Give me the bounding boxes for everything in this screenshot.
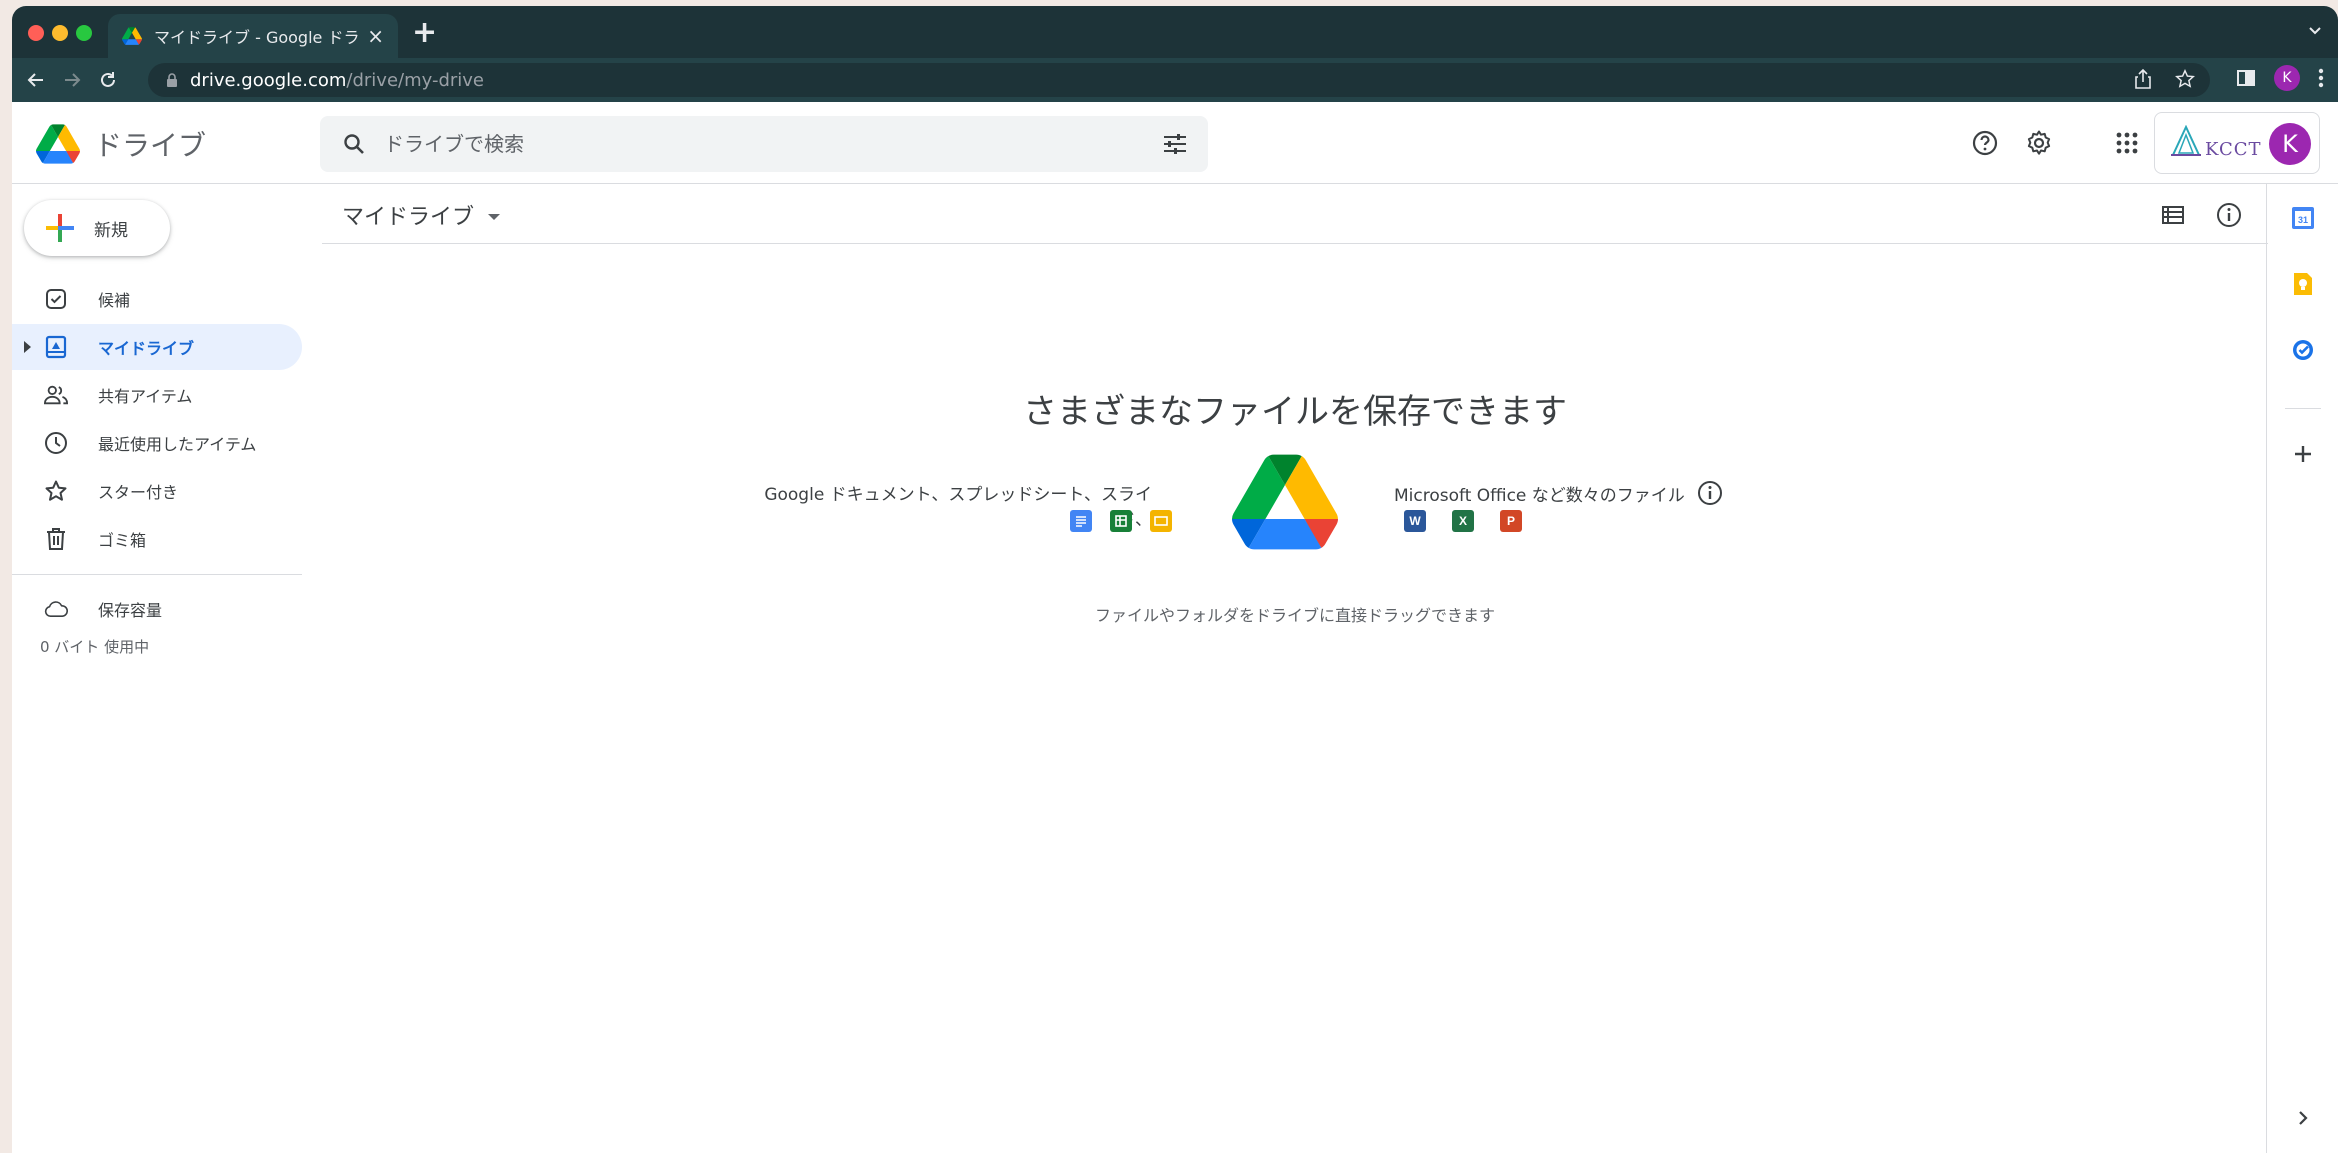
share-icon[interactable] [2134,68,2152,90]
sidebar-item-label: スター付き [98,483,179,502]
sidebar-item-label: 候補 [98,291,131,310]
tab-title: マイドライブ - Google ドライブ [154,28,360,47]
docs-icon [1070,510,1092,532]
search-bar[interactable] [320,116,1208,172]
search-icon[interactable] [342,132,366,156]
help-icon[interactable] [1970,128,2000,158]
check-square-icon [44,287,68,311]
info-icon[interactable] [2214,200,2244,230]
more-vert-icon[interactable] [2318,68,2324,88]
google-file-icons [1070,510,1172,532]
powerpoint-icon: P [1500,510,1522,532]
browser-titlebar: マイドライブ - Google ドライブ × + [12,6,2338,58]
sidebar-item-label: 共有アイテム [98,387,193,406]
storage-usage-text: 0 バイト 使用中 [40,638,150,656]
new-tab-button[interactable]: + [412,18,437,48]
drive-favicon-icon [122,27,142,45]
breadcrumb-label: マイドライブ [342,205,475,230]
drag-drop-hint: ファイルやフォルダをドライブに直接ドラッグできます [1094,606,1495,625]
tab-search-chevron-icon[interactable] [2308,24,2322,38]
settings-gear-icon[interactable] [2024,128,2054,158]
back-arrow-icon[interactable] [22,66,50,94]
keep-icon[interactable] [2289,270,2317,298]
tab-close-icon[interactable]: × [367,24,384,48]
drive-logo-icon [36,124,80,164]
sidebar-divider [12,574,302,575]
new-button[interactable]: 新規 [24,200,170,256]
side-panel: 31 [2266,184,2338,1153]
apps-grid-icon[interactable] [2112,128,2142,158]
minimize-window-button[interactable] [52,25,68,41]
info-circle-icon[interactable] [1697,480,1723,506]
sidebar-item-starred[interactable]: スター付き [12,468,302,514]
excel-icon: X [1452,510,1474,532]
star-icon [44,479,68,503]
trash-icon [44,527,68,551]
empty-state-title: さまざまなファイルを保存できます [1023,392,1567,432]
org-logo-text: KCCT [2205,139,2262,160]
expand-arrow-icon[interactable] [24,341,31,353]
plus-colored-icon [46,214,74,242]
sidebar-item-suggested[interactable]: 候補 [12,276,302,322]
lock-icon [167,73,177,87]
url-host: drive.google.com [190,69,347,91]
slides-icon [1150,510,1172,532]
search-input[interactable] [384,132,1124,156]
forward-arrow-icon[interactable] [58,66,86,94]
add-addon-plus-icon[interactable] [2289,440,2317,468]
office-files-text-row: Microsoft Office など数々のファイル [1394,480,1723,506]
profile-avatar[interactable]: K [2274,65,2300,91]
bookmark-star-icon[interactable] [2174,68,2196,90]
calendar-icon[interactable]: 31 [2289,204,2317,232]
people-icon [44,383,68,407]
drive-header: ドライブ KCCT K [12,102,2338,184]
sidebar-item-label: ゴミ箱 [98,531,147,550]
cloud-icon [44,597,68,621]
sidebar-item-label: 最近使用したアイテム [98,435,257,454]
word-icon: W [1404,510,1426,532]
side-panel-icon[interactable] [2236,68,2256,88]
drive-brand[interactable]: ドライブ [36,124,206,164]
address-bar[interactable]: drive.google.com/drive/my-drive [148,63,2210,97]
main-content: マイドライブ さまざまなファイルを保存できます Google ドキュメント、スプ… [322,184,2268,1153]
url-path: /drive/my-drive [346,69,485,91]
my-drive-icon [44,335,68,359]
org-logo-icon [2171,125,2201,156]
sidebar-item-label: 保存容量 [98,601,163,620]
app-name: ドライブ [94,129,207,162]
close-window-button[interactable] [28,25,44,41]
sidebar-item-storage[interactable]: 保存容量 [12,586,302,632]
clock-icon [44,431,68,455]
sidebar-item-label: マイドライブ [98,339,195,358]
svg-text:31: 31 [2298,215,2308,225]
main-toolbar: マイドライブ [322,184,2268,244]
sidebar-item-my-drive[interactable]: マイドライブ [12,324,302,370]
browser-toolbar: drive.google.com/drive/my-drive K [12,58,2338,102]
left-sidebar: 新規 候補 マイドライブ 共有アイテム 最近使用したアイテム スター付き ゴミ箱… [12,184,302,1153]
office-files-text: Microsoft Office など数々のファイル [1394,485,1685,506]
search-options-icon[interactable] [1162,132,1188,156]
side-panel-divider [2285,408,2321,409]
sheets-icon [1110,510,1132,532]
zoom-window-button[interactable] [76,25,92,41]
dropdown-caret-icon [488,214,501,220]
account-switcher[interactable]: KCCT K [2154,112,2320,174]
office-file-icons: W X P [1404,510,1522,532]
account-avatar[interactable]: K [2269,123,2311,165]
tasks-icon[interactable] [2289,336,2317,364]
browser-window: マイドライブ - Google ドライブ × + drive.google.co… [12,6,2338,1153]
new-button-label: 新規 [94,220,128,241]
reload-icon[interactable] [94,66,122,94]
browser-tab[interactable]: マイドライブ - Google ドライブ × [108,14,398,58]
sidebar-item-trash[interactable]: ゴミ箱 [12,516,302,562]
drive-logo-large-icon [1232,454,1338,550]
collapse-panel-chevron-icon[interactable] [2289,1104,2317,1132]
breadcrumb[interactable]: マイドライブ [342,199,501,231]
sidebar-item-recent[interactable]: 最近使用したアイテム [12,420,302,466]
sidebar-item-shared[interactable]: 共有アイテム [12,372,302,418]
list-view-icon[interactable] [2158,200,2188,230]
